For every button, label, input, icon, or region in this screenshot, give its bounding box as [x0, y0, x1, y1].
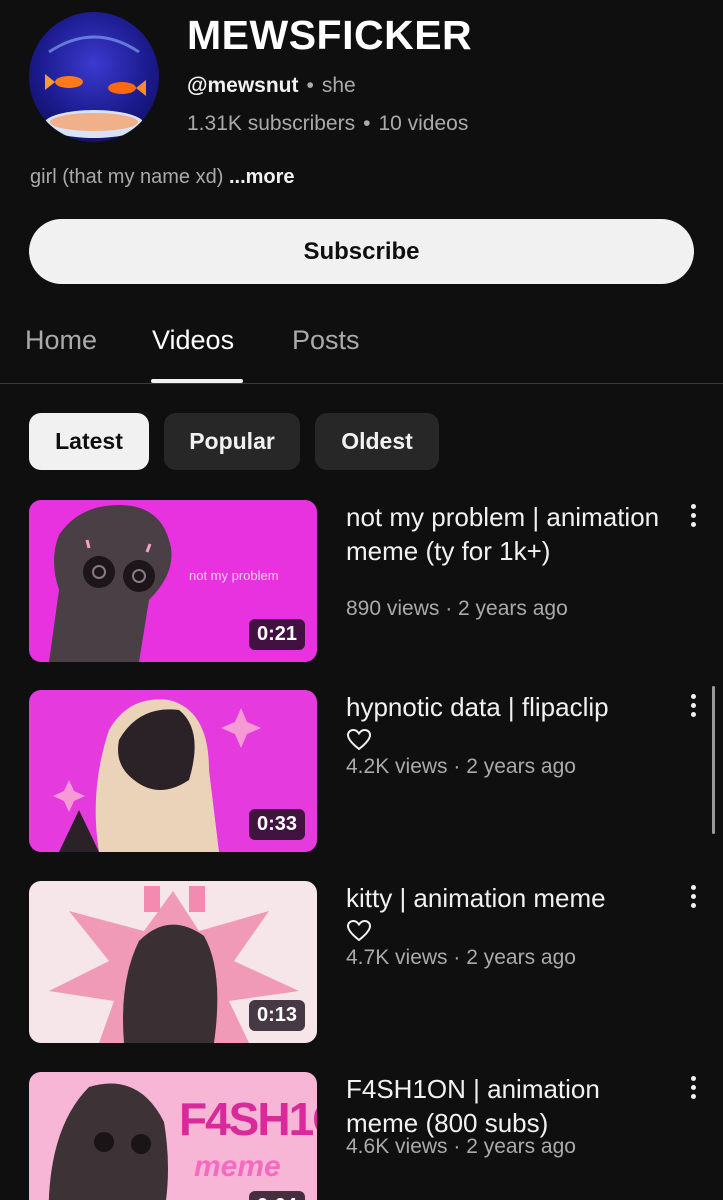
- video-stats: 4.2K views · 2 years ago: [346, 755, 576, 778]
- video-stats: 890 views · 2 years ago: [346, 597, 568, 620]
- video-duration: 0:33: [248, 809, 305, 840]
- channel-tabs: Home Videos Posts: [0, 300, 723, 384]
- video-stats: 4.6K views · 2 years ago: [346, 1135, 576, 1158]
- thumbnail-title-text: F4SH1ON: [179, 1093, 317, 1145]
- chip-latest[interactable]: Latest: [29, 413, 149, 470]
- video-duration: 0:13: [248, 1000, 305, 1031]
- channel-avatar[interactable]: [29, 12, 159, 142]
- video-item[interactable]: F4SH1ON meme 0:04 F4SH1ON | animation me…: [0, 1072, 723, 1200]
- subscribe-button[interactable]: Subscribe: [29, 219, 694, 284]
- tab-home[interactable]: Home: [25, 325, 97, 356]
- channel-handle: @mewsnut: [187, 74, 299, 97]
- video-title[interactable]: not my problem | animation meme (ty for …: [346, 500, 666, 568]
- video-count: 10 videos: [378, 112, 469, 135]
- subscriber-count: 1.31K subscribers: [187, 112, 356, 135]
- channel-name: MEWSFICKER: [187, 12, 473, 58]
- video-thumbnail[interactable]: 0:13: [29, 881, 317, 1043]
- description-text: girl (that my name xd): [30, 166, 224, 188]
- active-tab-indicator: [151, 379, 243, 383]
- more-options-icon[interactable]: [686, 504, 700, 532]
- more-link[interactable]: ...more: [229, 166, 295, 188]
- video-item[interactable]: 0:33 hypnotic data | flipaclip 4.2K view…: [0, 690, 723, 860]
- more-options-icon[interactable]: [686, 1076, 700, 1104]
- chip-popular[interactable]: Popular: [164, 413, 300, 470]
- video-duration: 0:21: [248, 619, 305, 650]
- heart-icon: [346, 919, 372, 942]
- tab-videos[interactable]: Videos: [152, 325, 234, 356]
- video-item[interactable]: 0:13 kitty | animation meme 4.7K views ·…: [0, 881, 723, 1051]
- video-thumbnail[interactable]: 0:33: [29, 690, 317, 852]
- video-thumbnail[interactable]: F4SH1ON meme 0:04: [29, 1072, 317, 1200]
- video-title[interactable]: F4SH1ON | animation meme (800 subs): [346, 1072, 666, 1140]
- video-title[interactable]: hypnotic data | flipaclip: [346, 690, 666, 724]
- video-duration: 0:04: [248, 1191, 305, 1200]
- channel-pronouns: she: [321, 74, 356, 97]
- separator-dot: •: [363, 112, 371, 135]
- heart-icon: [346, 728, 372, 751]
- channel-stats-line: 1.31K subscribers • 10 videos: [187, 112, 468, 136]
- thumbnail-subtitle-text: meme: [194, 1150, 281, 1183]
- video-title[interactable]: kitty | animation meme: [346, 881, 666, 915]
- video-item[interactable]: not my problem 0:21 not my problem | ani…: [0, 500, 723, 670]
- separator-dot: •: [306, 74, 314, 97]
- channel-handle-line: @mewsnut • she: [187, 74, 356, 98]
- thumbnail-caption: not my problem: [189, 568, 279, 583]
- channel-description[interactable]: girl (that my name xd) ...more: [30, 166, 295, 189]
- video-stats: 4.7K views · 2 years ago: [346, 946, 576, 969]
- scrollbar[interactable]: [712, 686, 715, 834]
- tab-posts[interactable]: Posts: [292, 325, 360, 356]
- video-thumbnail[interactable]: not my problem 0:21: [29, 500, 317, 662]
- chip-oldest[interactable]: Oldest: [315, 413, 439, 470]
- more-options-icon[interactable]: [686, 885, 700, 913]
- more-options-icon[interactable]: [686, 694, 700, 722]
